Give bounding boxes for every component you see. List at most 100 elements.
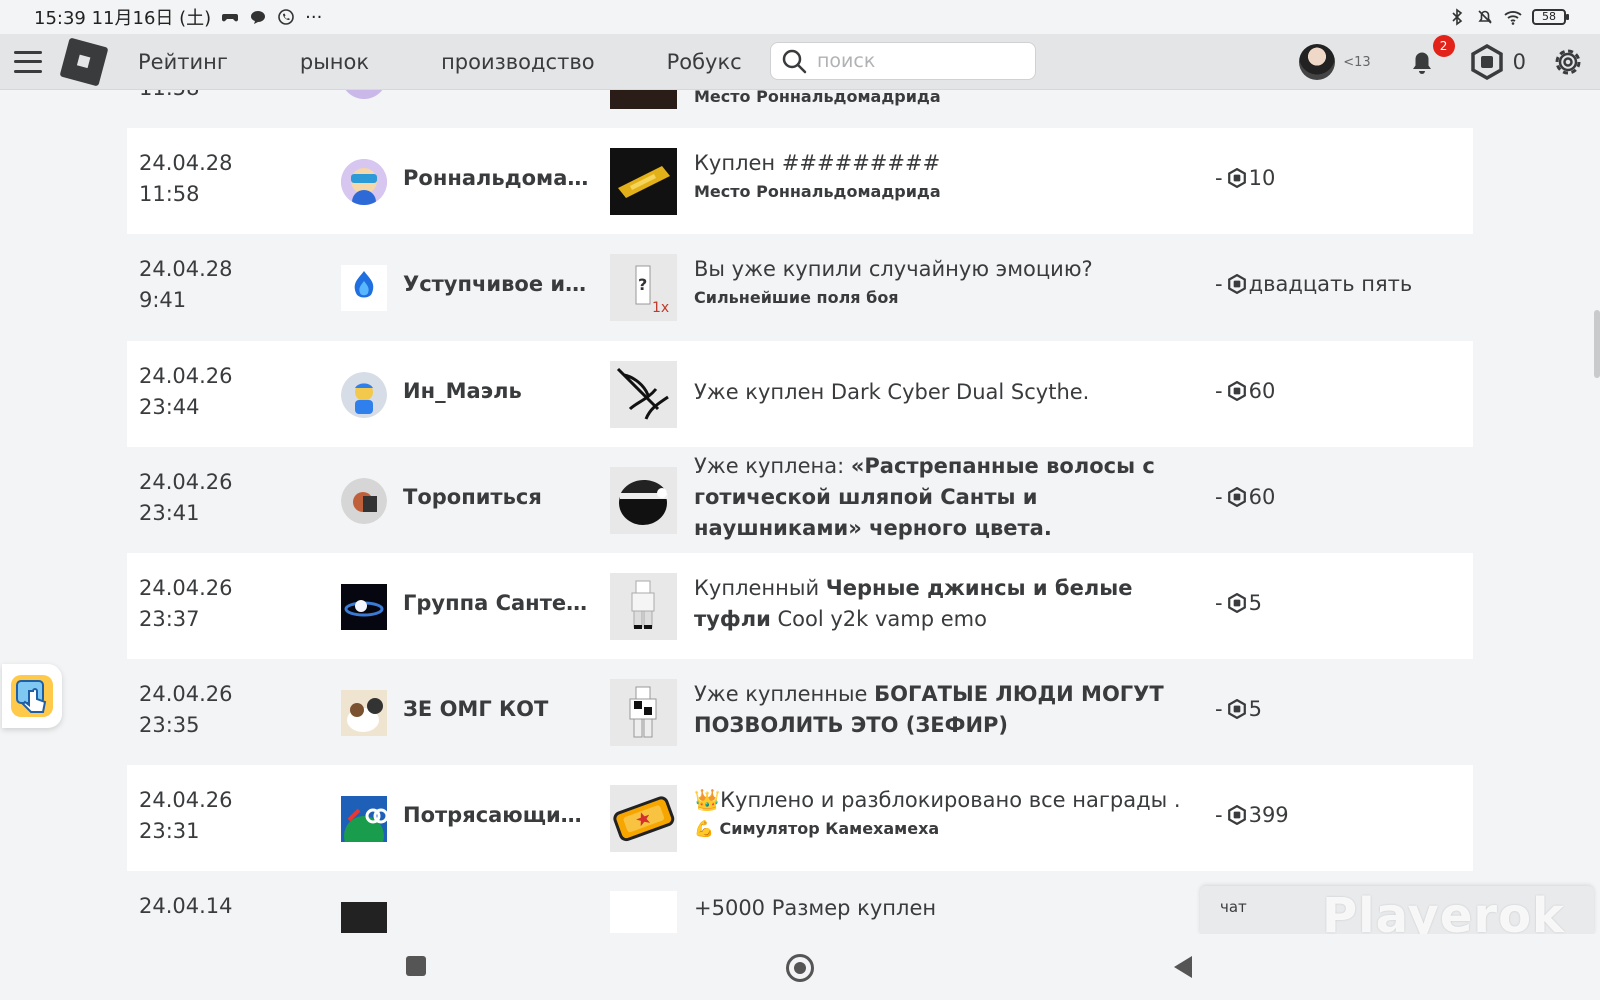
table-row[interactable]: 24.04.26 23:44 Ин_Маэль Уже куплен Dark C… xyxy=(127,341,1473,447)
user-avatar[interactable] xyxy=(341,478,387,524)
gear-icon[interactable] xyxy=(1550,44,1586,80)
transaction-date: 24.04.26 23:37 xyxy=(139,576,233,631)
transaction-amount: - двадцать пять xyxy=(1215,272,1413,296)
user-avatar[interactable] xyxy=(341,690,387,736)
robux-icon xyxy=(1227,593,1246,613)
phone-icon xyxy=(278,9,294,25)
robux-icon xyxy=(1227,487,1246,507)
nav-link-charts[interactable]: Рейтинг xyxy=(138,50,228,74)
transaction-description: Уже куплен Dark Cyber Dual Scythe. xyxy=(694,380,1090,404)
transaction-date: 24.04.26 23:41 xyxy=(139,470,233,525)
robux-icon xyxy=(1470,44,1503,80)
transaction-amount: -399 xyxy=(1215,803,1289,827)
transaction-date: 24.04.26 23:35 xyxy=(139,682,233,737)
nav-link-create[interactable]: производство xyxy=(441,50,594,74)
transaction-description: Уже куплена: xyxy=(694,454,851,478)
transaction-date: 24.04.26 23:44 xyxy=(139,364,233,419)
robux-icon xyxy=(1227,274,1246,294)
user-avatar[interactable] xyxy=(341,796,387,842)
transaction-description: +5000 Размер куплен xyxy=(694,896,937,920)
svg-text:?: ? xyxy=(638,275,647,294)
nav-link-robux[interactable]: Робукс xyxy=(667,50,742,74)
transaction-amount: -5 xyxy=(1215,591,1262,615)
chat-bubble-icon xyxy=(251,11,266,24)
notification-badge: 2 xyxy=(1432,35,1455,57)
menu-icon[interactable] xyxy=(14,50,42,73)
user-avatar[interactable] xyxy=(341,265,387,311)
user-name[interactable]: Уступчивое иск... xyxy=(403,272,593,296)
transaction-amount: -60 xyxy=(1215,485,1276,509)
status-time: 15:39 11月16日 (土) xyxy=(34,8,212,29)
item-thumbnail[interactable]: ? 1x xyxy=(610,254,677,321)
item-thumbnail[interactable] xyxy=(610,573,677,640)
item-thumbnail[interactable] xyxy=(610,148,677,215)
roblox-logo[interactable] xyxy=(59,37,109,86)
battery-icon: 58 xyxy=(1532,9,1569,25)
user-avatar[interactable] xyxy=(341,90,387,99)
touch-hand-icon xyxy=(11,675,53,717)
user-name[interactable]: Группа Сантерн... xyxy=(403,591,593,615)
transaction-date: 24.04.14 xyxy=(139,894,233,918)
table-row[interactable]: 24.04.26 23:35 ЗЕ ОМГ КОТ Уже купленные Б… xyxy=(127,659,1473,765)
user-name[interactable]: Роннальдомад... xyxy=(403,166,593,190)
user-avatar[interactable] xyxy=(341,372,387,418)
place-name[interactable]: Сильнейшие поля боя xyxy=(694,285,1194,311)
table-row[interactable]: 24.04.26 23:41 Торопиться Уже куплена: «Р… xyxy=(127,447,1473,553)
item-thumbnail[interactable] xyxy=(610,679,677,746)
item-thumbnail[interactable] xyxy=(610,785,677,852)
svg-text:1x: 1x xyxy=(652,300,669,316)
table-row[interactable]: 11:58 Место Роннальдомадрида xyxy=(127,90,1473,128)
transactions-list: 11:58 Место Роннальдомадрида 24.04.2811:… xyxy=(127,90,1473,933)
nav-links: Рейтинг рынок производство Робукс xyxy=(138,50,814,74)
user-avatar[interactable] xyxy=(341,902,387,933)
transaction-date: 24.04.28 11:58 xyxy=(139,151,233,206)
floating-assist-button[interactable] xyxy=(2,664,62,728)
transaction-description: Вы уже купили случайную эмоцию? xyxy=(694,257,1093,281)
user-avatar[interactable] xyxy=(341,159,387,205)
item-thumbnail[interactable] xyxy=(610,90,677,109)
transaction-description: Куплен ######### xyxy=(694,151,941,175)
transaction-amount: -5 xyxy=(1215,697,1262,721)
search-icon xyxy=(782,49,807,74)
status-bar: 15:39 11月16日 (土) ··· 58 xyxy=(0,0,1600,34)
transaction-description: 👑Куплено и разблокировано все награды . xyxy=(694,788,1181,812)
transaction-description: Купленный xyxy=(694,576,826,600)
item-name-tail[interactable]: Cool y2k vamp emo xyxy=(771,607,986,631)
user-avatar[interactable] xyxy=(341,584,387,630)
top-nav: Рейтинг рынок производство Робукс <13 2 … xyxy=(0,34,1600,90)
home-button[interactable] xyxy=(786,954,814,982)
search-input[interactable] xyxy=(817,50,1017,72)
scroll-indicator[interactable] xyxy=(1594,310,1600,378)
robux-balance-button[interactable]: 0 xyxy=(1469,44,1526,80)
nav-link-marketplace[interactable]: рынок xyxy=(300,50,369,74)
table-row[interactable]: 24.04.289:41 Уступчивое иск... ? 1x Вы уж… xyxy=(127,234,1473,340)
user-name[interactable]: ЗЕ ОМГ КОТ xyxy=(403,697,593,721)
robux-icon xyxy=(1227,805,1246,825)
table-row[interactable]: 24.04.2623:37 Группа Сантерн... Купленны… xyxy=(127,553,1473,659)
chat-label: чат xyxy=(1220,898,1247,916)
avatar[interactable] xyxy=(1299,44,1336,80)
mute-bell-icon xyxy=(1478,10,1492,24)
place-name[interactable]: 💪 Симулятор Камехамеха xyxy=(694,816,1194,842)
robux-icon xyxy=(1227,168,1246,188)
recent-apps-button[interactable] xyxy=(406,956,426,976)
transaction-date: 24.04.26 23:31 xyxy=(139,788,233,843)
table-row[interactable]: 24.04.2623:31 Потрясающие р... 👑Куплено … xyxy=(127,765,1473,871)
user-name[interactable]: Ин_Маэль xyxy=(403,379,593,403)
search-box[interactable] xyxy=(770,42,1036,80)
system-nav-bar xyxy=(0,934,1600,1000)
robux-icon xyxy=(1227,699,1246,719)
item-thumbnail[interactable] xyxy=(610,361,677,428)
user-name[interactable]: Потрясающие р... xyxy=(403,803,593,827)
notifications-button[interactable]: 2 xyxy=(1407,35,1455,77)
back-button[interactable] xyxy=(1174,956,1192,978)
place-name[interactable]: Место Роннальдомадрида xyxy=(694,179,1194,205)
item-thumbnail[interactable] xyxy=(610,467,677,534)
transaction-description: Уже купленные xyxy=(694,682,875,706)
place-name[interactable]: Место Роннальдомадрида xyxy=(694,90,1194,110)
item-thumbnail[interactable] xyxy=(610,891,677,933)
more-dots: ··· xyxy=(305,6,323,28)
game-controller-icon xyxy=(222,14,239,22)
table-row[interactable]: 24.04.28 11:58 Роннальдомад... Куплен ###… xyxy=(127,128,1473,234)
user-name[interactable]: Торопиться xyxy=(403,485,593,509)
